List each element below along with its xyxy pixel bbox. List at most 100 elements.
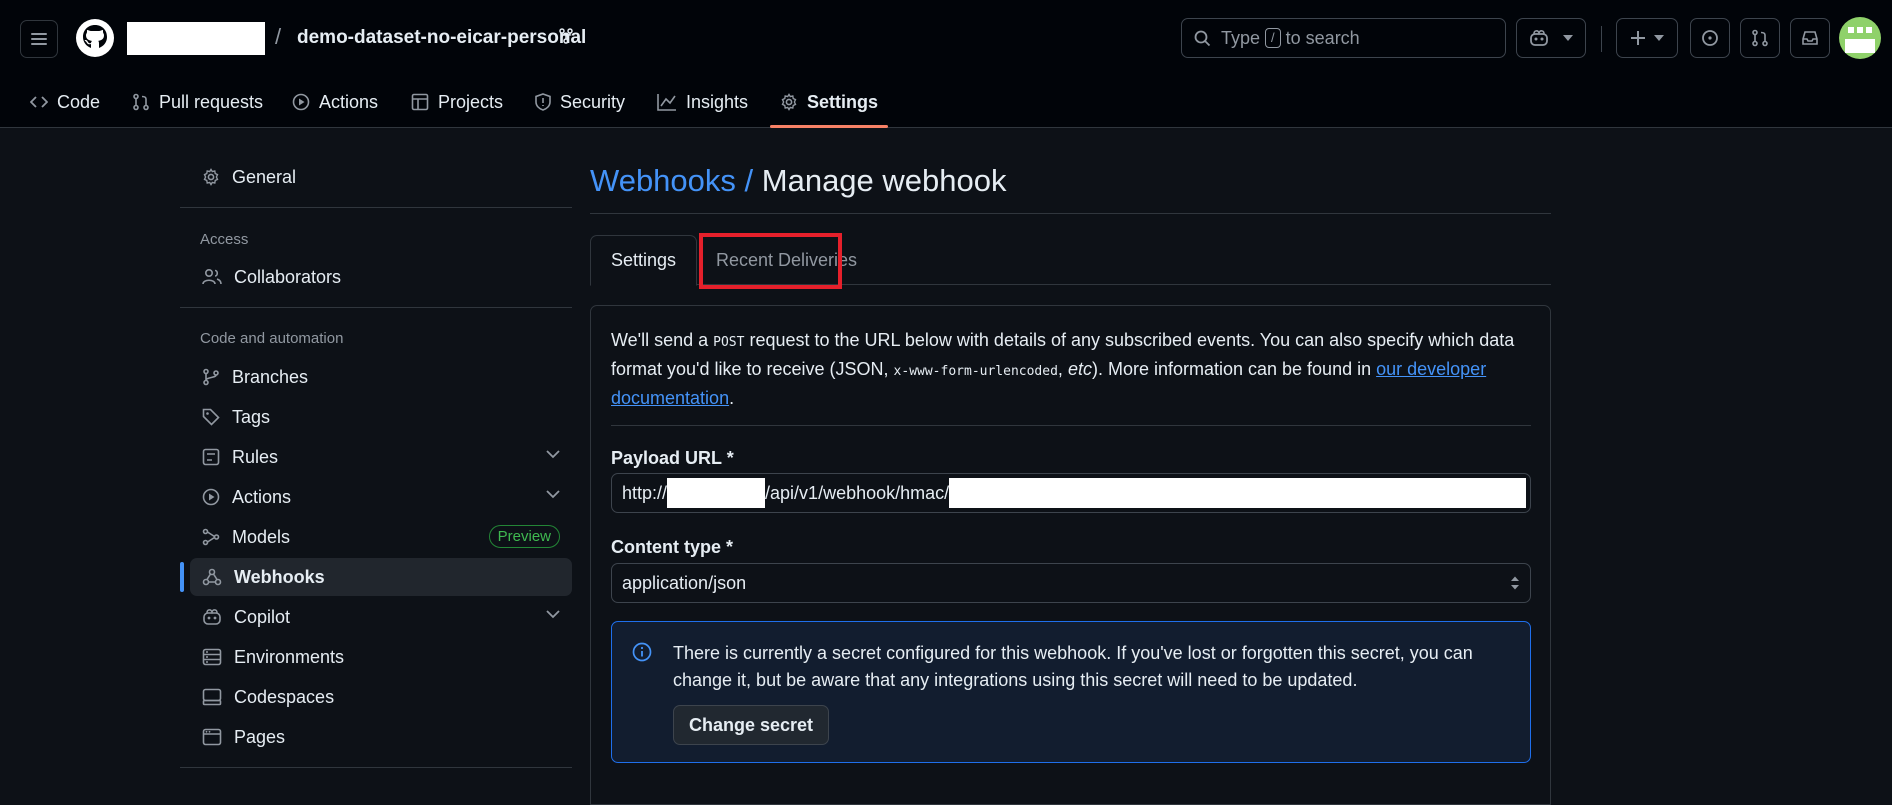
page-title: Webhooks / Manage webhook (590, 163, 1007, 199)
github-logo-icon[interactable] (75, 18, 115, 58)
sidebar-item-models[interactable]: Models Preview (190, 518, 572, 556)
content-type-value: application/json (622, 572, 747, 593)
table-icon (411, 93, 429, 111)
breadcrumb-webhooks-link[interactable]: Webhooks / (590, 163, 753, 198)
repo-nav: Code Pull requests Actions Projects Secu… (0, 76, 1892, 128)
inbox-button[interactable] (1790, 18, 1830, 58)
sidebar-item-webhooks[interactable]: Webhooks (180, 558, 572, 596)
sidebar-item-pages[interactable]: Pages (190, 718, 572, 756)
sidebar-item-label: Webhooks (234, 566, 325, 587)
payload-url-input[interactable]: http:// /api/v1/webhook/hmac/ (611, 473, 1531, 513)
chevron-down-icon[interactable] (546, 610, 560, 619)
sidebar-item-label: Tags (232, 406, 271, 427)
app-header: / demo-dataset-no-eicar-personal Type / … (0, 0, 1892, 128)
menu-button[interactable] (20, 20, 58, 58)
change-secret-button[interactable]: Change secret (673, 705, 830, 745)
sidebar-item-label: Pages (234, 726, 286, 747)
avatar[interactable] (1839, 17, 1881, 59)
gear-icon (203, 168, 219, 186)
sidebar-item-collaborators[interactable]: Collaborators (190, 258, 572, 296)
sidebar-item-tags[interactable]: Tags (190, 398, 572, 436)
shield-icon (535, 93, 551, 111)
chevron-down-icon[interactable] (546, 490, 560, 499)
copilot-icon (203, 609, 221, 625)
hamburger-icon (31, 33, 47, 45)
secret-notice-text: There is currently a secret configured f… (673, 643, 1473, 690)
nav-tab-settings[interactable]: Settings (769, 76, 889, 128)
sidebar-item-copilot[interactable]: Copilot (190, 598, 572, 636)
sidebar-item-label: Collaborators (234, 266, 342, 287)
owner-name-redacted[interactable] (127, 22, 265, 55)
nav-tab-label: Insights (686, 91, 749, 112)
secret-notice: There is currently a secret configured f… (611, 621, 1531, 763)
top-bar: / demo-dataset-no-eicar-personal Type / … (0, 0, 1892, 76)
sidebar-item-general[interactable]: General (190, 158, 572, 196)
info-icon (632, 642, 652, 662)
sidebar-item-label: Codespaces (234, 686, 335, 707)
page-title-text: Manage webhook (761, 163, 1007, 198)
sidebar-divider (180, 207, 572, 208)
create-new-button[interactable] (1616, 18, 1678, 58)
inline-code-post: POST (713, 335, 745, 350)
code-icon (30, 96, 48, 108)
nav-tab-insights[interactable]: Insights (657, 76, 748, 128)
chevron-down-icon[interactable] (546, 450, 560, 459)
browser-icon (202, 728, 222, 746)
issue-icon (1702, 30, 1718, 46)
nav-tab-label: Projects (438, 91, 504, 112)
search-prefix: Type (1221, 27, 1261, 48)
sidebar-divider (180, 307, 572, 308)
header-divider (1601, 26, 1602, 52)
payload-secret-redacted (949, 478, 1526, 508)
webhook-settings-panel: We'll send a POST request to the URL bel… (590, 305, 1551, 805)
plus-icon (1631, 31, 1645, 45)
nav-tab-label: Code (57, 91, 101, 112)
sidebar-item-label: Actions (232, 486, 292, 507)
sidebar-item-actions[interactable]: Actions (190, 478, 572, 516)
payload-host-redacted (667, 478, 766, 508)
sidebar-heading-access: Access (200, 231, 249, 248)
nav-tab-label: Security (560, 91, 626, 112)
sidebar-item-label: Environments (234, 646, 345, 667)
pull-requests-button[interactable] (1740, 18, 1780, 58)
rules-icon (202, 448, 220, 466)
inbox-icon (1802, 31, 1818, 45)
nav-tab-projects[interactable]: Projects (411, 76, 503, 128)
pull-request-icon (133, 93, 149, 111)
content-type-select[interactable]: application/json (611, 563, 1531, 603)
issues-button[interactable] (1690, 18, 1730, 58)
nav-tab-pull-requests[interactable]: Pull requests (132, 76, 263, 128)
server-icon (202, 648, 222, 666)
sidebar-item-rules[interactable]: Rules (190, 438, 572, 476)
tab-settings[interactable]: Settings (590, 235, 698, 286)
nav-tab-code[interactable]: Code (30, 76, 100, 128)
copilot-icon (1530, 30, 1548, 46)
avatar-image-icon (1845, 27, 1875, 53)
nav-tab-label: Settings (807, 91, 879, 112)
search-input[interactable]: Type / to search (1181, 18, 1506, 58)
breadcrumb-separator: / (275, 24, 282, 49)
nav-tab-actions[interactable]: Actions (292, 76, 378, 128)
fork-icon (559, 28, 573, 44)
inline-code-urlencoded: x-www-form-urlencoded (893, 364, 1058, 379)
select-arrows-icon (1511, 576, 1519, 590)
gear-icon (781, 93, 797, 111)
sidebar-item-branches[interactable]: Branches (190, 358, 572, 396)
branch-icon (203, 368, 219, 386)
sidebar-heading-code-automation: Code and automation (200, 330, 344, 347)
sidebar-item-codespaces[interactable]: Codespaces (190, 678, 572, 716)
codespaces-icon (202, 688, 222, 706)
sidebar-item-label: Branches (232, 366, 309, 387)
chevron-down-icon (1563, 35, 1573, 41)
pull-request-icon (1752, 29, 1768, 47)
sidebar-item-environments[interactable]: Environments (190, 638, 572, 676)
intro-text: We'll send a POST request to the URL bel… (611, 330, 1515, 408)
repo-name-link[interactable]: demo-dataset-no-eicar-personal (297, 27, 586, 49)
webhook-icon (202, 568, 222, 586)
search-shortcut-key: / (1265, 28, 1281, 48)
copilot-button[interactable] (1516, 18, 1586, 58)
graph-icon (657, 94, 676, 111)
models-icon (202, 528, 220, 546)
nav-tab-security[interactable]: Security (535, 76, 625, 128)
tag-icon (202, 408, 220, 426)
